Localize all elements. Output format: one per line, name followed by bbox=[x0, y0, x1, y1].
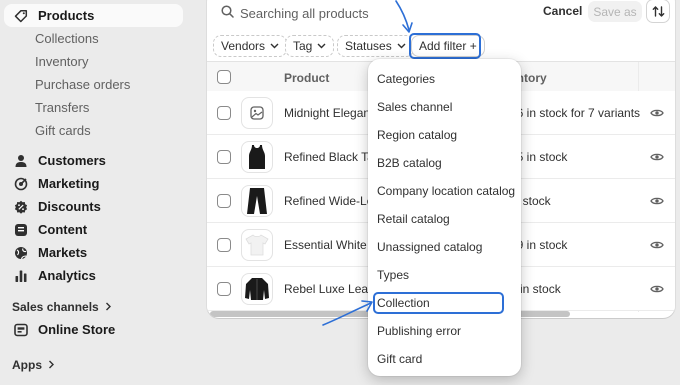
trousers-image bbox=[247, 188, 267, 214]
sort-button[interactable] bbox=[646, 0, 670, 23]
search-bar: Searching all products Cancel Save as bbox=[207, 0, 675, 28]
annotation-arrow-add-filter bbox=[395, 0, 413, 33]
menu-item-region-catalog[interactable]: Region catalog bbox=[377, 128, 457, 142]
sidebar-item-discounts[interactable]: Discounts bbox=[4, 195, 183, 218]
filter-bar: Vendors Tag Statuses Add filter + bbox=[207, 26, 675, 62]
image-placeholder-icon bbox=[250, 106, 264, 120]
leather-jacket-image bbox=[245, 278, 269, 300]
sales-channels-link[interactable]: Sales channels bbox=[12, 300, 112, 314]
person-icon bbox=[13, 153, 29, 169]
menu-item-unassigned-catalog[interactable]: Unassigned catalog bbox=[377, 240, 482, 254]
menu-item-categories[interactable]: Categories bbox=[377, 72, 435, 86]
target-icon bbox=[13, 176, 29, 192]
row-checkbox[interactable] bbox=[217, 282, 231, 296]
menu-item-company-location-catalog[interactable]: Company location catalog bbox=[377, 184, 515, 198]
sidebar-item-collections[interactable]: Collections bbox=[4, 27, 183, 50]
tag-icon bbox=[13, 8, 29, 24]
sidebar-item-content[interactable]: Content bbox=[4, 218, 183, 241]
product-thumbnail bbox=[241, 97, 273, 129]
save-as-button[interactable]: Save as bbox=[588, 1, 642, 22]
search-input[interactable]: Searching all products bbox=[240, 6, 369, 21]
tank-top-image bbox=[249, 145, 265, 169]
eye-icon[interactable] bbox=[650, 238, 664, 253]
store-icon bbox=[13, 322, 29, 338]
sidebar-item-inventory[interactable]: Inventory bbox=[4, 50, 183, 73]
menu-item-publishing-error[interactable]: Publishing error bbox=[377, 324, 461, 338]
sort-icon bbox=[652, 5, 664, 17]
eye-icon[interactable] bbox=[650, 282, 664, 297]
product-name[interactable]: Refined Wide-Leg bbox=[284, 194, 380, 208]
sidebar-item-transfers[interactable]: Transfers bbox=[4, 96, 183, 119]
cancel-button[interactable]: Cancel bbox=[543, 4, 582, 18]
eye-icon[interactable] bbox=[650, 194, 664, 209]
tag-filter[interactable]: Tag bbox=[285, 35, 335, 57]
menu-item-b2b-catalog[interactable]: B2B catalog bbox=[377, 156, 442, 170]
product-thumbnail bbox=[241, 185, 273, 217]
search-icon bbox=[221, 5, 234, 21]
vendors-filter[interactable]: Vendors bbox=[213, 35, 288, 57]
row-checkbox[interactable] bbox=[217, 194, 231, 208]
row-checkbox[interactable] bbox=[217, 238, 231, 252]
sidebar-item-products[interactable]: Products bbox=[4, 4, 183, 27]
sidebar-item-markets[interactable]: Markets bbox=[4, 241, 183, 264]
sidebar-item-gift-cards[interactable]: Gift cards bbox=[4, 119, 183, 142]
product-thumbnail bbox=[241, 229, 273, 261]
discount-icon bbox=[13, 199, 29, 215]
chart-icon bbox=[13, 268, 29, 284]
product-thumbnail bbox=[241, 141, 273, 173]
menu-item-sales-channel[interactable]: Sales channel bbox=[377, 100, 452, 114]
chevron-right-icon bbox=[48, 358, 55, 372]
chevron-down-icon bbox=[317, 43, 326, 49]
sidebar-item-online-store[interactable]: Online Store bbox=[4, 318, 183, 341]
globe-icon bbox=[13, 245, 29, 261]
sidebar-item-customers[interactable]: Customers bbox=[4, 149, 183, 172]
select-all-checkbox[interactable] bbox=[217, 70, 231, 84]
white-tshirt-image bbox=[245, 234, 269, 256]
eye-icon[interactable] bbox=[650, 150, 664, 165]
collection-highlight bbox=[373, 292, 504, 314]
chevron-down-icon bbox=[397, 43, 406, 49]
inventory-value: 26 in stock for 7 variants bbox=[510, 106, 641, 120]
row-checkbox[interactable] bbox=[217, 106, 231, 120]
product-thumbnail bbox=[241, 273, 273, 305]
product-name[interactable]: Refined Black Tan bbox=[284, 150, 381, 164]
sidebar-item-label: Products bbox=[38, 8, 95, 23]
eye-icon[interactable] bbox=[650, 106, 664, 121]
row-checkbox[interactable] bbox=[217, 150, 231, 164]
sidebar-item-analytics[interactable]: Analytics bbox=[4, 264, 183, 287]
chevron-down-icon bbox=[270, 43, 279, 49]
content-icon bbox=[13, 222, 29, 238]
chevron-right-icon bbox=[105, 300, 112, 314]
annotation-arrow-collection bbox=[322, 300, 373, 326]
product-column-header[interactable]: Product bbox=[284, 71, 329, 85]
sidebar: Products Collections Inventory Purchase … bbox=[0, 0, 195, 385]
sidebar-item-marketing[interactable]: Marketing bbox=[4, 172, 183, 195]
menu-item-gift-card[interactable]: Gift card bbox=[377, 352, 422, 366]
add-filter-menu: Categories Sales channel Region catalog … bbox=[368, 59, 521, 376]
sidebar-item-purchase-orders[interactable]: Purchase orders bbox=[4, 73, 183, 96]
menu-item-types[interactable]: Types bbox=[377, 268, 409, 282]
menu-item-retail-catalog[interactable]: Retail catalog bbox=[377, 212, 450, 226]
apps-link[interactable]: Apps bbox=[12, 358, 55, 372]
